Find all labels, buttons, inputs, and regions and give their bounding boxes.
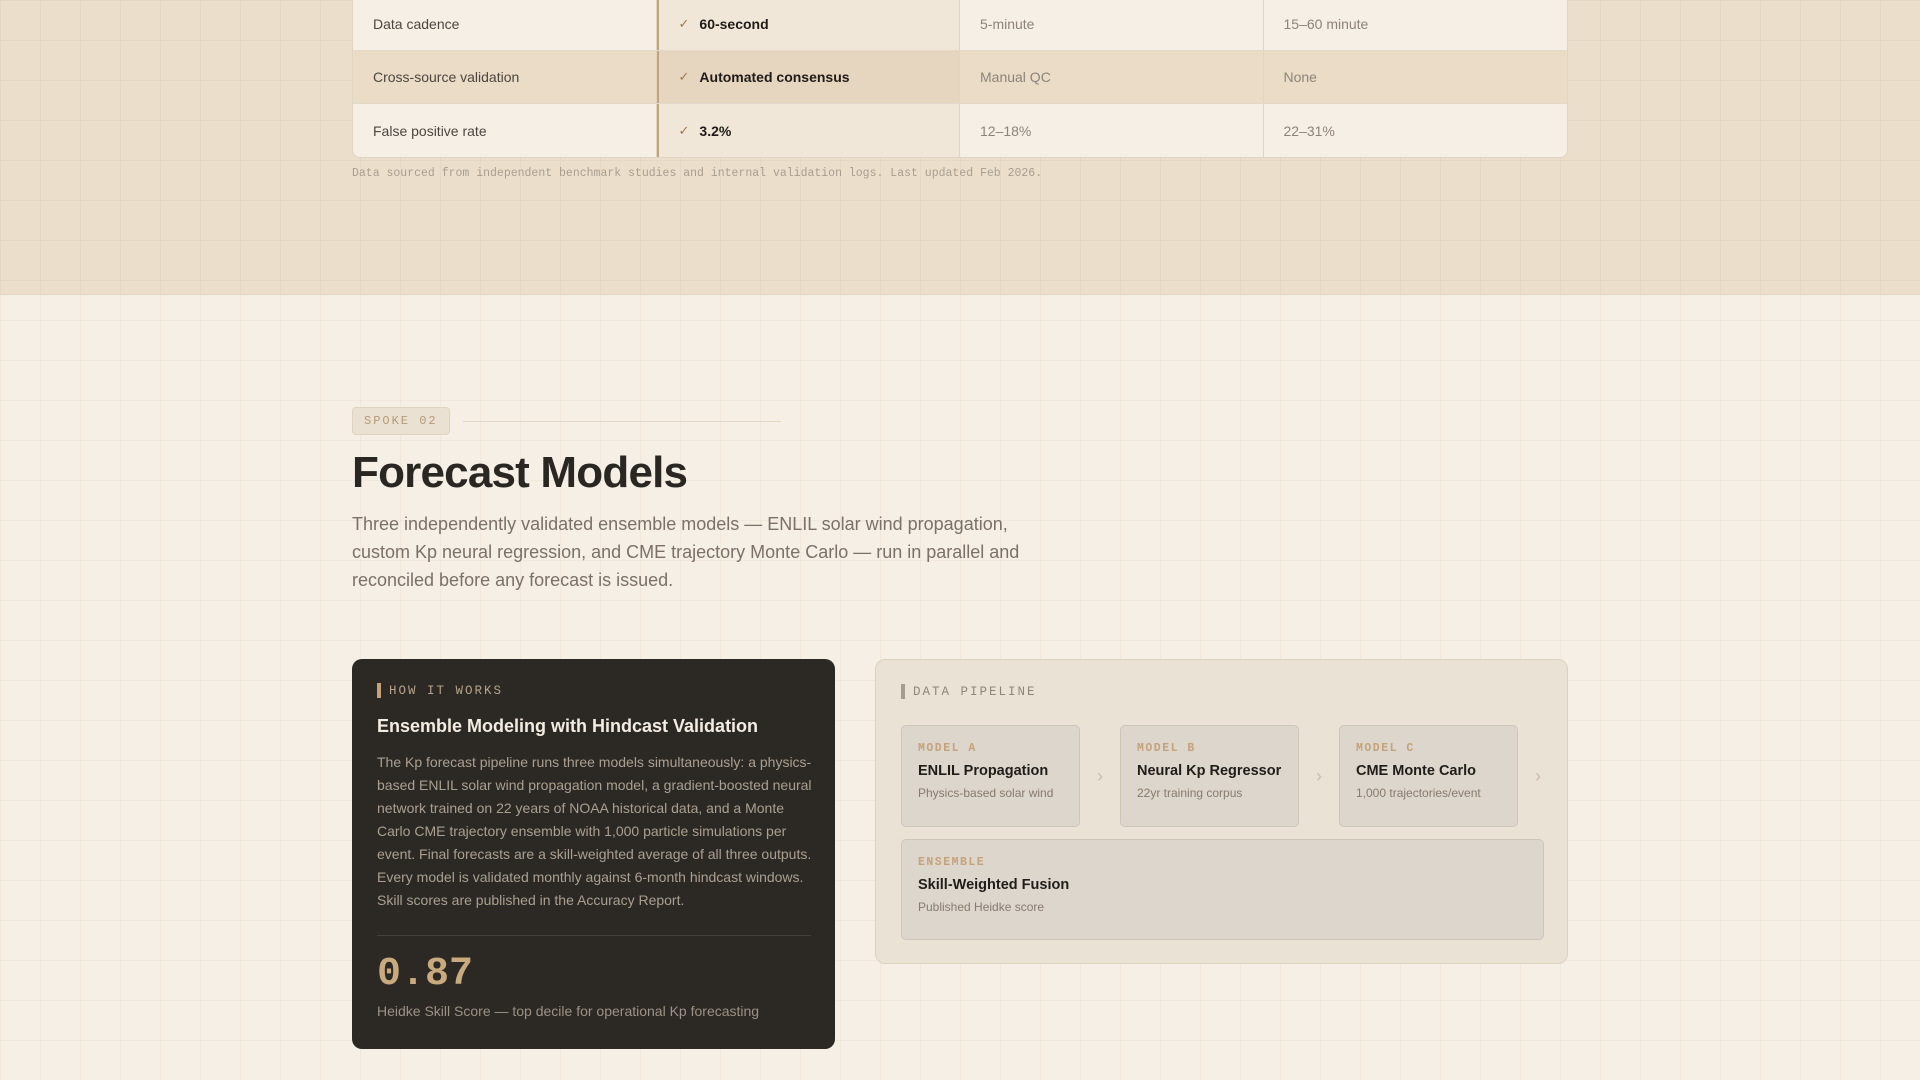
table-row: Data cadence ✓ 60-second 5-minute 15–60 … xyxy=(353,0,1567,51)
competitor-a-cell: 5-minute xyxy=(960,0,1264,50)
ensemble-tag: ENSEMBLE xyxy=(918,856,986,869)
competitor-b-cell: 15–60 minute xyxy=(1283,16,1369,32)
skill-score-value: 0.87 xyxy=(377,952,474,997)
label-text: DATA PIPELINE xyxy=(913,684,1037,699)
competitor-a-cell: Manual QC xyxy=(960,51,1264,103)
comparison-table: Data cadence ✓ 60-second 5-minute 15–60 … xyxy=(352,0,1568,158)
section-eyebrow: SPOKE 02 xyxy=(352,407,781,435)
check-icon: ✓ xyxy=(678,69,690,84)
feature-cell: Cross-source validation xyxy=(353,51,657,103)
check-icon: ✓ xyxy=(678,122,690,138)
label-accent-bar xyxy=(377,683,381,698)
model-subtitle: 1,000 trajectories/event xyxy=(1356,786,1481,800)
check-icon: ✓ xyxy=(678,16,690,31)
comparison-band: Data cadence ✓ 60-second 5-minute 15–60 … xyxy=(0,0,1920,295)
model-tag: MODEL B xyxy=(1137,742,1196,755)
ours-value: 3.2% xyxy=(699,122,732,139)
model-name: CME Monte Carlo xyxy=(1356,763,1477,779)
model-tag: MODEL A xyxy=(918,742,977,755)
model-row: MODEL A ENLIL Propagation Physics-based … xyxy=(901,725,1558,827)
ours-value: 60-second xyxy=(699,16,769,32)
label-accent-bar xyxy=(901,684,905,699)
data-pipeline-card: DATA PIPELINE MODEL A ENLIL Propagation … xyxy=(875,659,1568,964)
ours-cell: ✓ 60-second xyxy=(656,0,960,50)
skill-score-caption: Heidke Skill Score — top decile for oper… xyxy=(377,1003,760,1019)
chevron-right-icon: › xyxy=(1316,765,1322,786)
competitor-b-cell: None xyxy=(1283,69,1317,85)
how-it-works-label: HOW IT WORKS xyxy=(377,683,810,698)
section-description: Three independently validated ensemble m… xyxy=(352,514,1020,590)
card-divider xyxy=(377,935,811,936)
ours-cell: ✓ 3.2% xyxy=(656,104,960,157)
model-tag: MODEL C xyxy=(1356,742,1415,755)
eyebrow-divider xyxy=(462,420,781,422)
model-subtitle: Physics-based solar wind xyxy=(918,786,1054,800)
model-name: ENLIL Propagation xyxy=(918,763,1049,779)
how-it-works-body: The Kp forecast pipeline runs three mode… xyxy=(377,754,812,908)
ensemble-card: ENSEMBLE Skill-Weighted Fusion Published… xyxy=(901,839,1544,940)
model-name: Neural Kp Regressor xyxy=(1137,763,1282,779)
competitor-b-cell: 22–31% xyxy=(1283,122,1335,139)
chevron-right-icon: › xyxy=(1535,765,1541,786)
feature-cell: False positive rate xyxy=(353,104,657,157)
label-text: HOW IT WORKS xyxy=(389,683,504,698)
table-row: Cross-source validation ✓ Automated cons… xyxy=(353,51,1567,104)
ensemble-name: Skill-Weighted Fusion xyxy=(918,877,1070,893)
chevron-right-icon: › xyxy=(1097,765,1103,786)
ensemble-subtitle: Published Heidke score xyxy=(918,900,1045,914)
how-it-works-title: Ensemble Modeling with Hindcast Validati… xyxy=(377,716,759,736)
how-it-works-card: HOW IT WORKS Ensemble Modeling with Hind… xyxy=(352,659,835,1049)
feature-cell: Data cadence xyxy=(353,0,657,50)
table-footnote: Data sourced from independent benchmark … xyxy=(352,167,1043,180)
data-pipeline-label: DATA PIPELINE xyxy=(901,684,1542,699)
model-card-c: MODEL C CME Monte Carlo 1,000 trajectori… xyxy=(1339,725,1518,827)
spoke-badge: SPOKE 02 xyxy=(352,407,450,435)
competitor-a-cell: 12–18% xyxy=(960,104,1264,157)
ours-cell: ✓ Automated consensus xyxy=(656,51,960,103)
model-card-a: MODEL A ENLIL Propagation Physics-based … xyxy=(901,725,1080,827)
table-row: False positive rate ✓ 3.2% 12–18% 22–31% xyxy=(353,104,1567,157)
model-card-b: MODEL B Neural Kp Regressor 22yr trainin… xyxy=(1120,725,1299,827)
section-title: Forecast Models xyxy=(352,448,688,497)
ours-value: Automated consensus xyxy=(699,69,850,85)
model-subtitle: 22yr training corpus xyxy=(1137,786,1243,800)
